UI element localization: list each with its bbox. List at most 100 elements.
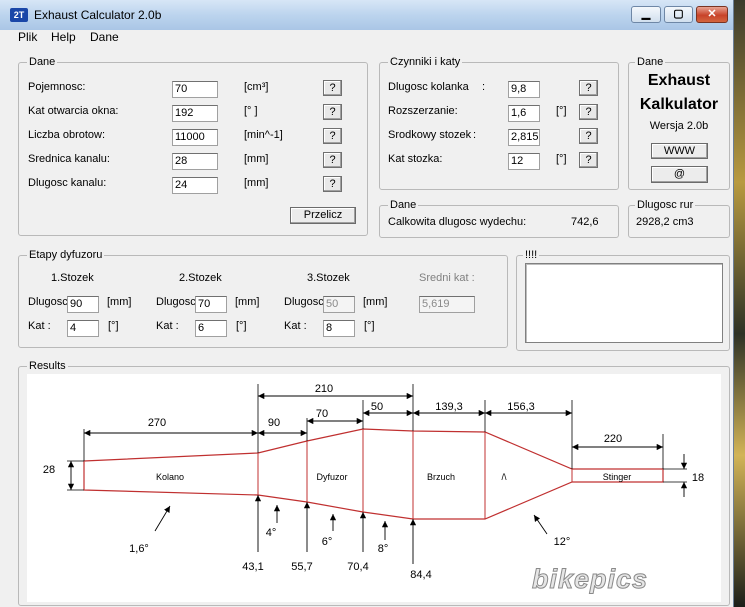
stozek-3-kat-input[interactable]: 8 <box>323 320 355 337</box>
rozszerzanie-help-button[interactable]: ? <box>579 104 598 120</box>
liczba-obrotow-input[interactable]: 11000 <box>172 129 218 146</box>
pojemnosc-label: Pojemnosc: <box>28 81 86 93</box>
kat-otwarcia-label: Kat otwarcia okna: <box>28 105 119 117</box>
about-title-1: Exhaust <box>647 72 711 89</box>
stozek-2-dlugosc-label: Dlugosc <box>156 296 196 308</box>
dlugosc-rur-value: 2928,2 cm3 <box>636 216 694 228</box>
app-icon: 2T <box>10 8 28 22</box>
section-label-reverse-cone: /\ <box>501 472 507 482</box>
stozek-2-title: 2.Stozek <box>179 272 222 284</box>
stozek-1-kat-label: Kat : <box>28 320 51 332</box>
stozek-1-kat-input[interactable]: 4 <box>67 320 99 337</box>
dlugosc-kanalu-label: Dlugosc kanalu: <box>28 177 107 189</box>
notes-legend: !!!! <box>523 249 540 261</box>
menu-plik[interactable]: Plik <box>18 30 37 44</box>
minimize-button[interactable]: ▁ <box>631 6 661 23</box>
angle-text-1-6: 1,6° <box>129 543 149 555</box>
calkowita-value: 742,6 <box>571 216 599 228</box>
dlugosc-kolanka-help-button[interactable]: ? <box>579 80 598 96</box>
kat-stozka-input[interactable]: 12 <box>508 153 540 170</box>
stozek-3-kat-label: Kat : <box>284 320 307 332</box>
rozszerzanie-label: Rozszerzanie: <box>388 105 458 117</box>
menu-dane[interactable]: Dane <box>90 30 119 44</box>
dia-text-left: 28 <box>43 464 55 476</box>
dane-legend: Dane <box>27 56 58 68</box>
sredni-kat-label: Sredni kat : <box>419 272 475 284</box>
kat-otwarcia-input[interactable]: 192 <box>172 105 218 122</box>
srednica-kanalu-input[interactable]: 28 <box>172 153 218 170</box>
position-text-55-7: 55,7 <box>291 561 312 573</box>
watermark-logo: bikepics <box>531 564 649 595</box>
angle-text-8: 8° <box>378 543 389 555</box>
stozek-3-dlugosc-label: Dlugosc <box>284 296 324 308</box>
czynniki-legend: Czynniki i katy <box>388 56 463 68</box>
section-label-stinger: Stinger <box>603 472 632 482</box>
stozek-2-kat-input[interactable]: 6 <box>195 320 227 337</box>
angle-text-6: 6° <box>322 536 333 548</box>
dlugosc-kanalu-input[interactable]: 24 <box>172 177 218 194</box>
notes-textbox[interactable] <box>525 263 723 343</box>
position-text-70-4: 70,4 <box>347 561 368 573</box>
srednica-kanalu-unit: [mm] <box>244 153 269 165</box>
etapy-legend: Etapy dyfuzoru <box>27 249 105 261</box>
title-bar[interactable]: 2T Exhaust Calculator 2.0b ▁ ▢ ✕ <box>0 0 733 30</box>
dim-text-156-3: 156,3 <box>507 401 535 413</box>
dim-text-210: 210 <box>315 383 333 395</box>
menu-bar: Plik Help Dane <box>0 30 733 45</box>
email-button[interactable]: @ <box>651 166 708 183</box>
stozek-1-dlugosc-label: Dlugosc <box>28 296 68 308</box>
liczba-obrotow-help-button[interactable]: ? <box>323 128 342 144</box>
dim-text-139-3: 139,3 <box>435 401 463 413</box>
rozszerzanie-unit: [°] <box>556 105 567 117</box>
results-legend: Results <box>27 360 68 372</box>
dlugosc-kolanka-input[interactable]: 9,8 <box>508 81 540 98</box>
liczba-obrotow-unit: [min^-1] <box>244 129 283 141</box>
srodkowy-stozek-input[interactable]: 2,815 <box>508 129 540 146</box>
pojemnosc-input[interactable]: 70 <box>172 81 218 98</box>
stozek-3-title: 3.Stozek <box>307 272 350 284</box>
calkowita-label: Calkowita dlugosc wydechu: <box>388 216 527 228</box>
srodkowy-stozek-help-button[interactable]: ? <box>579 128 598 144</box>
about-title-2: Kalkulator <box>639 96 719 113</box>
www-button[interactable]: WWW <box>651 143 708 159</box>
close-button[interactable]: ✕ <box>696 6 728 23</box>
stozek-1-kat-unit: [°] <box>108 320 119 332</box>
desktop-background <box>733 0 745 607</box>
stozek-2-dlugosc-unit: [mm] <box>235 296 260 308</box>
pojemnosc-help-button[interactable]: ? <box>323 80 342 96</box>
angle-text-12: 12° <box>554 536 571 548</box>
app-window: 2T Exhaust Calculator 2.0b ▁ ▢ ✕ Plik He… <box>0 0 734 607</box>
about-version: Wersja 2.0b <box>649 120 709 132</box>
stozek-2-kat-label: Kat : <box>156 320 179 332</box>
section-label-kolano: Kolano <box>156 472 184 482</box>
kat-otwarcia-unit: [° ] <box>244 105 258 117</box>
menu-help[interactable]: Help <box>51 30 76 44</box>
stozek-1-title: 1.Stozek <box>51 272 94 284</box>
dim-text-50: 50 <box>371 401 383 413</box>
stozek-1-dlugosc-input[interactable]: 90 <box>67 296 99 313</box>
dim-text-220: 220 <box>604 433 622 445</box>
maximize-button[interactable]: ▢ <box>664 6 693 23</box>
position-text-43-1: 43,1 <box>242 561 263 573</box>
kat-stozka-label: Kat stozka: <box>388 153 443 165</box>
srednica-kanalu-help-button[interactable]: ? <box>323 152 342 168</box>
minimize-icon: ▁ <box>641 8 651 20</box>
stozek-2-dlugosc-input[interactable]: 70 <box>195 296 227 313</box>
rozszerzanie-input[interactable]: 1,6 <box>508 105 540 122</box>
window-title: Exhaust Calculator 2.0b <box>34 8 162 22</box>
angle-arrow-12 <box>533 514 548 535</box>
kat-stozka-help-button[interactable]: ? <box>579 152 598 168</box>
kat-otwarcia-help-button[interactable]: ? <box>323 104 342 120</box>
pojemnosc-unit: [cm³] <box>244 81 269 93</box>
about-legend: Dane <box>635 56 666 68</box>
maximize-icon: ▢ <box>673 8 684 20</box>
stozek-3-dlugosc-input[interactable]: 50 <box>323 296 355 313</box>
przelicz-button[interactable]: Przelicz <box>290 207 356 224</box>
srodkowy-stozek-sep: : <box>473 129 477 141</box>
srodkowy-stozek-label: Srodkowy stozek <box>388 129 472 141</box>
section-label-dyfuzor: Dyfuzor <box>316 472 347 482</box>
dlugosc-kanalu-help-button[interactable]: ? <box>323 176 342 192</box>
stozek-3-kat-unit: [°] <box>364 320 375 332</box>
sredni-kat-value: 5,619 <box>419 296 475 313</box>
dim-text-270: 270 <box>148 417 166 429</box>
